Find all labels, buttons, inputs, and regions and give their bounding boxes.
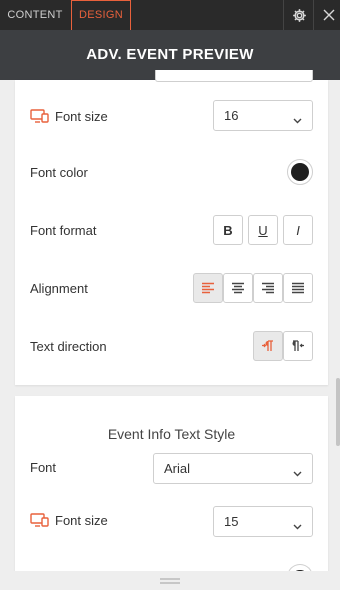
chevron-down-icon (293, 112, 302, 127)
font-size-row: Font size 16 (30, 100, 313, 132)
event-info-style-card: Event Info Text Style Font Arial Font si… (15, 396, 328, 588)
text-style-card: Font size 16 Font color Font format B U … (15, 70, 328, 385)
color-dot (291, 163, 309, 181)
chevron-down-icon (293, 518, 302, 533)
font-size-value: 15 (224, 514, 239, 529)
font-size-row: Font size 15 (30, 504, 313, 537)
monitor-icon (30, 513, 49, 527)
bold-button[interactable]: B (213, 215, 243, 245)
font-family-select[interactable]: Arial (153, 453, 313, 484)
section-title: Event Info Text Style (107, 426, 236, 442)
font-size-label: Font size (55, 512, 108, 528)
underline-button[interactable]: U (248, 215, 278, 245)
font-size-value: 16 (224, 108, 239, 123)
italic-button[interactable]: I (283, 215, 313, 245)
drag-handle-icon (160, 577, 180, 584)
font-label: Font (30, 459, 57, 475)
text-direction-label: Text direction (30, 338, 107, 354)
cutoff-select[interactable] (155, 70, 313, 82)
tab-content[interactable]: CONTENT (0, 0, 70, 30)
text-direction-row: Text direction (30, 330, 313, 362)
font-size-select[interactable]: 15 (213, 506, 313, 537)
font-size-label: Font size (55, 108, 108, 124)
tab-bar: CONTENT DESIGN (0, 0, 340, 30)
font-size-select[interactable]: 16 (213, 100, 313, 131)
drag-handle[interactable] (0, 571, 340, 590)
font-family-value: Arial (164, 461, 191, 476)
align-justify-icon[interactable] (283, 273, 313, 303)
alignment-row: Alignment (30, 272, 313, 304)
font-color-label: Font color (30, 164, 88, 180)
rtl-icon[interactable] (283, 331, 313, 361)
align-right-icon[interactable] (253, 273, 283, 303)
align-center-icon[interactable] (223, 273, 253, 303)
font-row: Font Arial (30, 451, 313, 484)
panel-title: ADV. EVENT PREVIEW (86, 46, 254, 63)
scrollbar[interactable] (336, 378, 340, 446)
tab-design[interactable]: DESIGN (71, 0, 131, 30)
font-format-label: Font format (30, 222, 97, 238)
font-format-row: Font format B U I (30, 214, 313, 246)
chevron-down-icon (293, 465, 302, 480)
font-color-row: Font color (30, 156, 313, 188)
align-left-icon[interactable] (193, 273, 223, 303)
monitor-icon (30, 109, 49, 123)
alignment-label: Alignment (30, 280, 88, 296)
ltr-icon[interactable] (253, 331, 283, 361)
gear-icon[interactable] (284, 0, 314, 30)
close-icon[interactable] (314, 0, 340, 30)
font-color-swatch[interactable] (287, 159, 313, 185)
